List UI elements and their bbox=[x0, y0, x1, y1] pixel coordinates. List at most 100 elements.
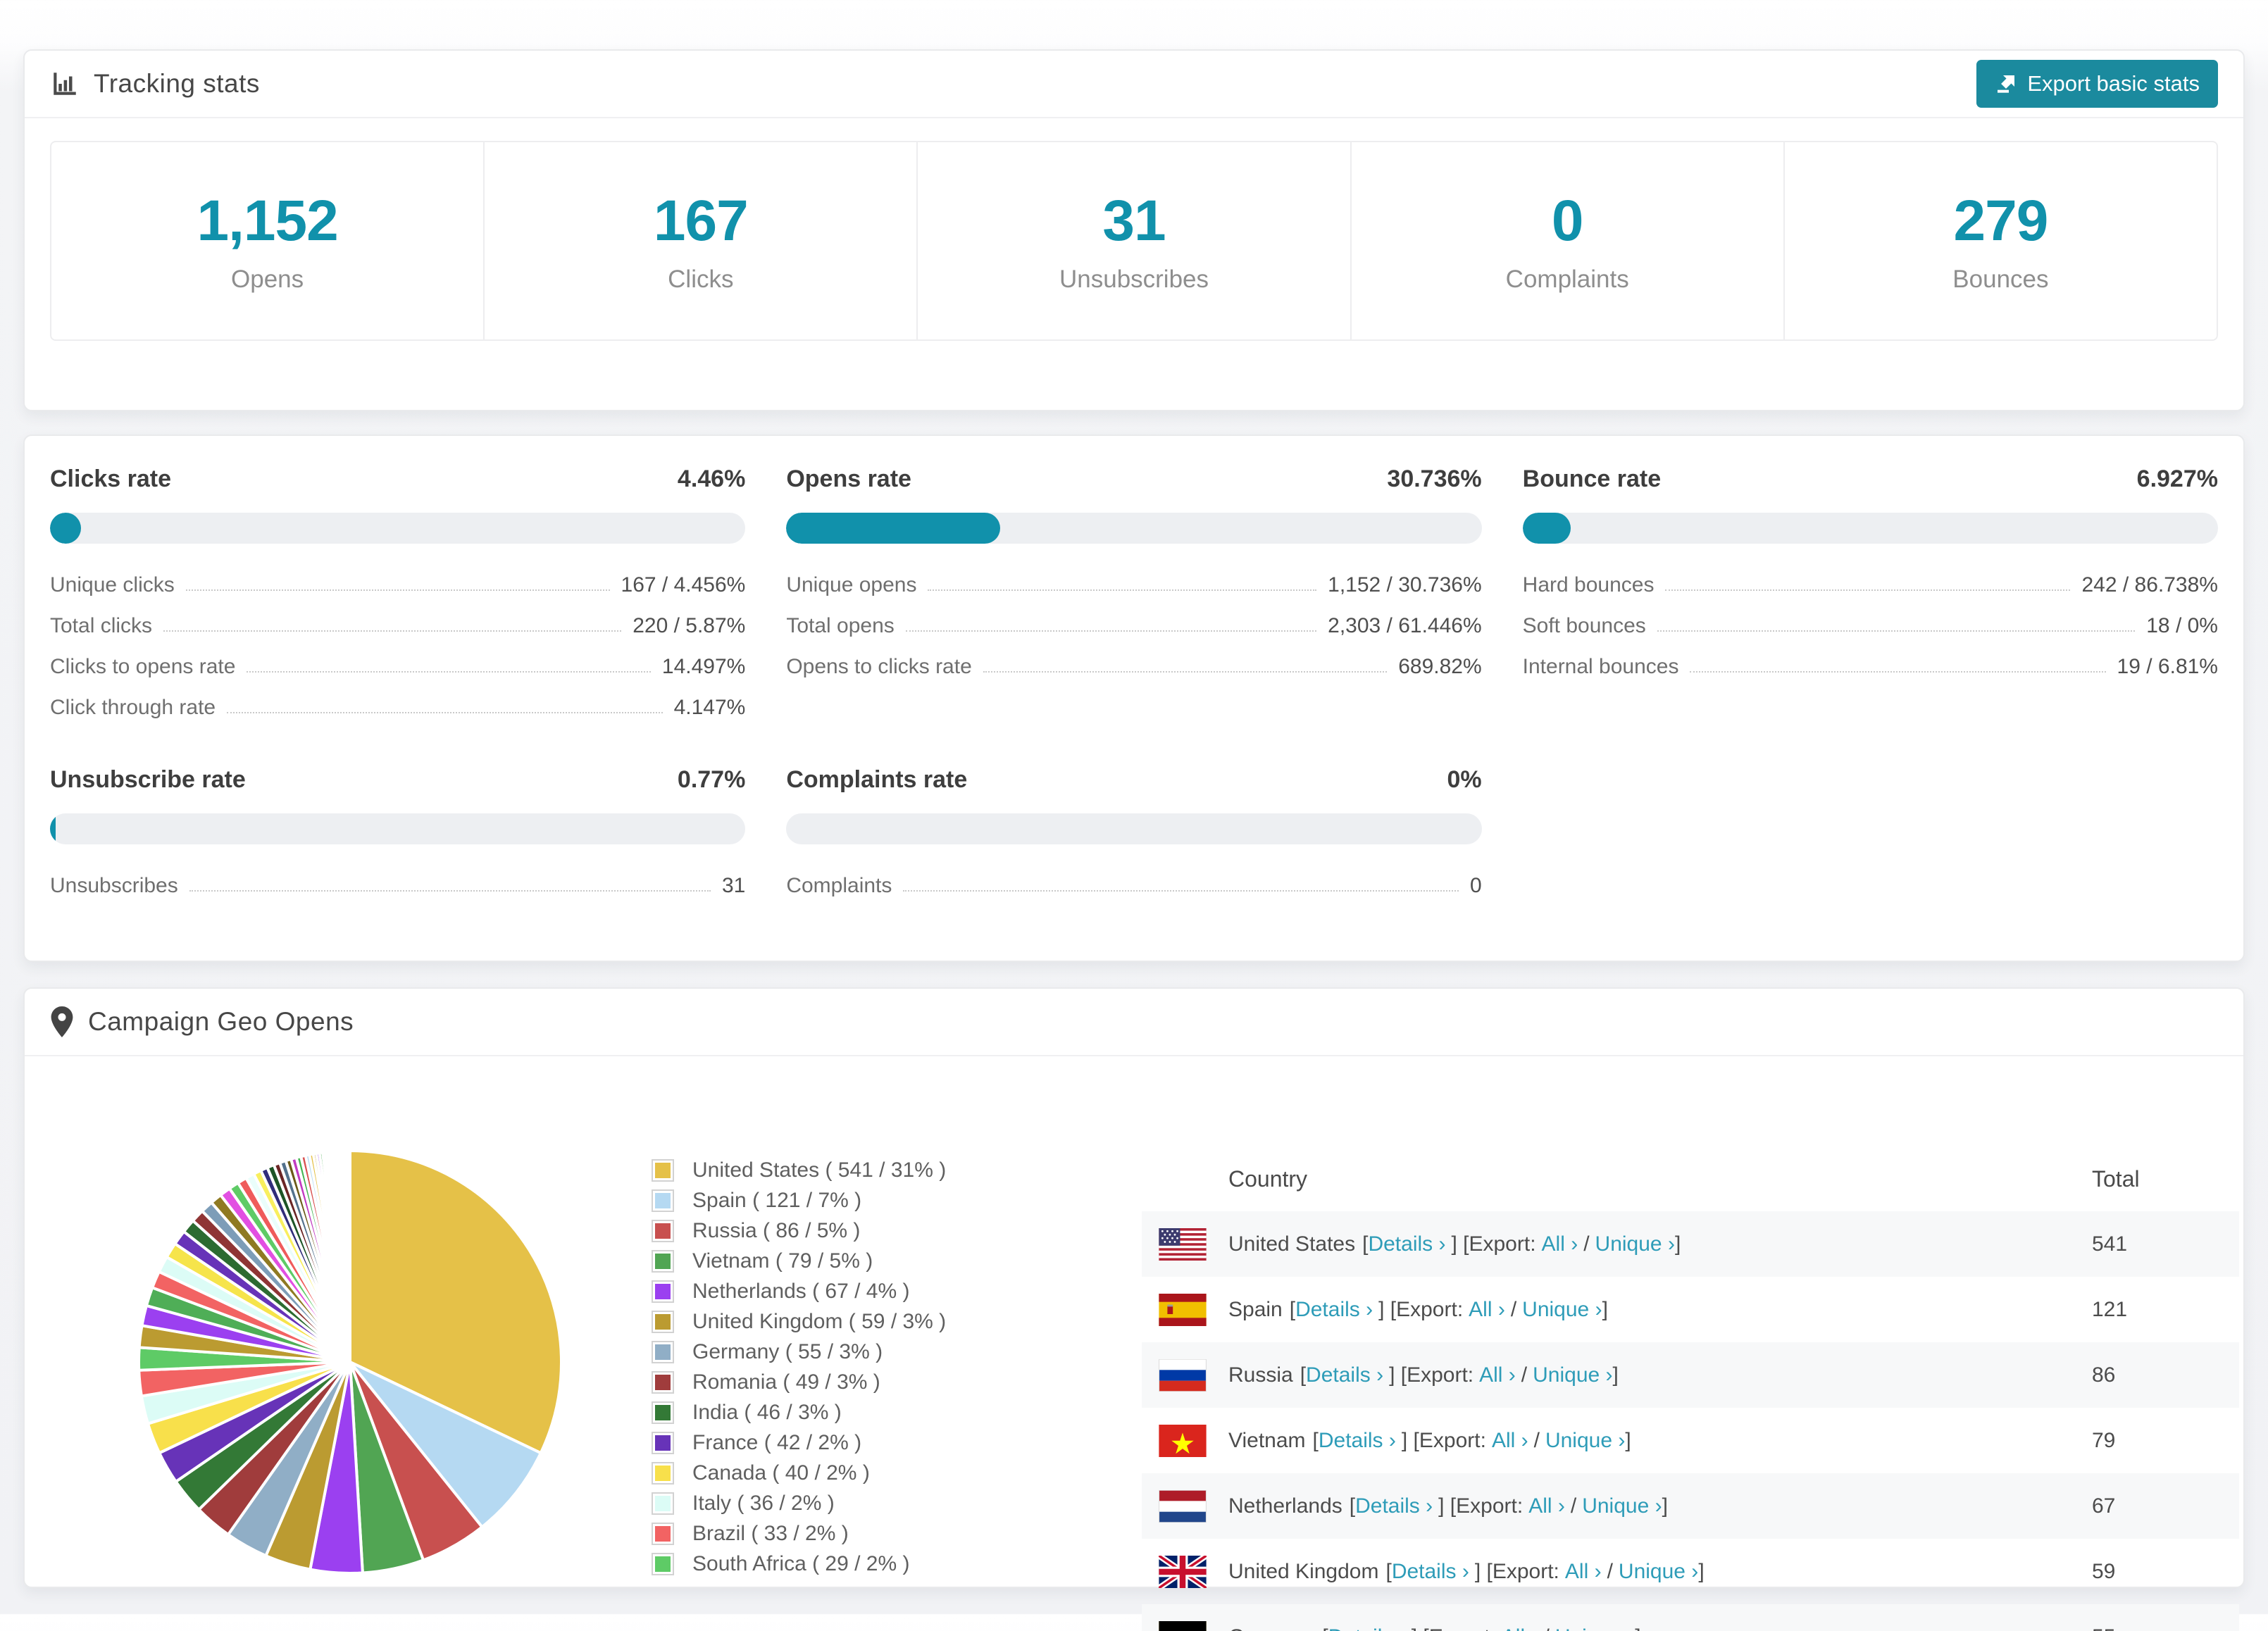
legend-item: Russia ( 86 / 5% ) bbox=[652, 1216, 946, 1246]
legend-item: Spain ( 121 / 7% ) bbox=[652, 1185, 946, 1216]
complaints-rate-progressbar bbox=[786, 813, 1481, 844]
summary-clicks: 167 Clicks bbox=[485, 142, 918, 339]
export-all-link[interactable]: All › bbox=[1479, 1363, 1516, 1387]
country-column-header: Country bbox=[1142, 1166, 2092, 1192]
clicks-rate-value: 4.46% bbox=[678, 465, 745, 493]
legend-swatch bbox=[652, 1280, 674, 1303]
export-unique-link[interactable]: Unique › bbox=[1555, 1625, 1635, 1631]
legend-swatch bbox=[652, 1159, 674, 1182]
export-unique-link[interactable]: Unique › bbox=[1533, 1363, 1612, 1387]
unsubscribe-rate-progressbar bbox=[50, 813, 745, 844]
bounces-count: 279 bbox=[1954, 188, 2048, 254]
stat-line: Hard bounces242 / 86.738% bbox=[1523, 556, 2218, 597]
export-all-link[interactable]: All › bbox=[1542, 1232, 1578, 1256]
country-name: Vietnam bbox=[1228, 1429, 1306, 1452]
es-flag-icon bbox=[1142, 1294, 1228, 1326]
details-link[interactable]: Details › bbox=[1306, 1363, 1383, 1387]
bounce-rate-progressbar bbox=[1523, 513, 2218, 544]
legend-item: Germany ( 55 / 3% ) bbox=[652, 1337, 946, 1367]
summary-opens: 1,152 Opens bbox=[51, 142, 485, 339]
export-unique-link[interactable]: Unique › bbox=[1582, 1494, 1662, 1518]
legend-swatch bbox=[652, 1462, 674, 1485]
complaints-label: Complaints bbox=[1506, 265, 1629, 294]
table-row: Spain[Details ›] [Export:All ›/Unique ›]… bbox=[1142, 1277, 2239, 1342]
table-row: Germany[Details ›] [Export:All ›/Unique … bbox=[1142, 1604, 2239, 1631]
stat-line: Internal bounces19 / 6.81% bbox=[1523, 638, 2218, 679]
legend-swatch bbox=[652, 1523, 674, 1545]
map-marker-icon bbox=[50, 1006, 74, 1037]
country-total: 79 bbox=[2092, 1429, 2239, 1453]
bounce-rate-block: Bounce rate 6.927% Hard bounces242 / 86.… bbox=[1523, 465, 2218, 720]
details-link[interactable]: Details › bbox=[1392, 1560, 1469, 1583]
export-unique-link[interactable]: Unique › bbox=[1619, 1560, 1698, 1583]
bounce-rate-value: 6.927% bbox=[2137, 465, 2218, 493]
us-flag-icon bbox=[1142, 1228, 1228, 1261]
opens-rate-block: Opens rate 30.736% Unique opens1,152 / 3… bbox=[786, 465, 1481, 720]
stat-line: Unique opens1,152 / 30.736% bbox=[786, 556, 1481, 597]
legend-swatch bbox=[652, 1401, 674, 1424]
table-row: Russia[Details ›] [Export:All ›/Unique ›… bbox=[1142, 1342, 2239, 1408]
geo-opens-pie-chart[interactable] bbox=[130, 1142, 570, 1582]
opens-count: 1,152 bbox=[197, 188, 338, 254]
country-total: 55 bbox=[2092, 1625, 2239, 1631]
complaints-rate-block: Complaints rate 0% Complaints0 bbox=[786, 766, 1481, 898]
export-all-link[interactable]: All › bbox=[1528, 1494, 1565, 1518]
export-basic-stats-button[interactable]: Export basic stats bbox=[1976, 60, 2218, 108]
country-name: Germany bbox=[1228, 1625, 1315, 1631]
table-row: Vietnam[Details ›] [Export:All ›/Unique … bbox=[1142, 1408, 2239, 1473]
export-all-link[interactable]: All › bbox=[1469, 1298, 1505, 1321]
geo-opens-card: Campaign Geo Opens United States ( 541 /… bbox=[23, 987, 2245, 1588]
stat-line: Unique clicks167 / 4.456% bbox=[50, 556, 745, 597]
export-unique-link[interactable]: Unique › bbox=[1522, 1298, 1602, 1321]
legend-item: Brazil ( 33 / 2% ) bbox=[652, 1518, 946, 1549]
nl-flag-icon bbox=[1142, 1490, 1228, 1523]
opens-label: Opens bbox=[231, 265, 304, 294]
unsubscribe-rate-value: 0.77% bbox=[678, 766, 745, 794]
export-all-link[interactable]: All › bbox=[1502, 1625, 1538, 1631]
table-row: United States[Details ›] [Export:All ›/U… bbox=[1142, 1211, 2239, 1277]
summary-unsubscribes: 31 Unsubscribes bbox=[918, 142, 1351, 339]
legend-item: Canada ( 40 / 2% ) bbox=[652, 1458, 946, 1488]
clicks-rate-title: Clicks rate bbox=[50, 465, 171, 493]
stat-line: Click through rate4.147% bbox=[50, 679, 745, 720]
export-all-link[interactable]: All › bbox=[1565, 1560, 1602, 1583]
stat-line: Unsubscribes31 bbox=[50, 857, 745, 898]
export-all-link[interactable]: All › bbox=[1492, 1429, 1528, 1452]
stat-line: Total clicks220 / 5.87% bbox=[50, 597, 745, 638]
total-column-header: Total bbox=[2092, 1166, 2239, 1192]
unsubscribes-count: 31 bbox=[1102, 188, 1165, 254]
legend-item: Romania ( 49 / 3% ) bbox=[652, 1367, 946, 1397]
details-link[interactable]: Details › bbox=[1319, 1429, 1396, 1452]
details-link[interactable]: Details › bbox=[1355, 1494, 1433, 1518]
legend-swatch bbox=[652, 1189, 674, 1212]
export-unique-link[interactable]: Unique › bbox=[1545, 1429, 1625, 1452]
country-name: Spain bbox=[1228, 1298, 1283, 1321]
country-total: 86 bbox=[2092, 1363, 2239, 1387]
rates-card: Clicks rate 4.46% Unique clicks167 / 4.4… bbox=[23, 435, 2245, 962]
complaints-count: 0 bbox=[1552, 188, 1583, 254]
export-icon bbox=[1995, 73, 2017, 95]
summary-bounces: 279 Bounces bbox=[1785, 142, 2217, 339]
table-row: United Kingdom[Details ›] [Export:All ›/… bbox=[1142, 1539, 2239, 1604]
legend-item: United States ( 541 / 31% ) bbox=[652, 1155, 946, 1185]
clicks-label: Clicks bbox=[668, 265, 733, 294]
stat-line: Complaints0 bbox=[786, 857, 1481, 898]
tracking-stats-page: { "tracking": { "title": "Tracking stats… bbox=[0, 0, 2268, 1614]
country-total: 59 bbox=[2092, 1560, 2239, 1584]
vn-flag-icon bbox=[1142, 1425, 1228, 1457]
geo-opens-table[interactable]: Country Total United States[Details ›] [… bbox=[1142, 1146, 2239, 1631]
details-link[interactable]: Details › bbox=[1328, 1625, 1406, 1631]
clicks-rate-block: Clicks rate 4.46% Unique clicks167 / 4.4… bbox=[50, 465, 745, 720]
opens-rate-title: Opens rate bbox=[786, 465, 911, 493]
details-link[interactable]: Details › bbox=[1295, 1298, 1373, 1321]
unsubscribe-rate-block: Unsubscribe rate 0.77% Unsubscribes31 bbox=[50, 766, 745, 898]
unsubscribes-label: Unsubscribes bbox=[1059, 265, 1209, 294]
country-total: 541 bbox=[2092, 1232, 2239, 1256]
country-name: Netherlands bbox=[1228, 1494, 1342, 1518]
details-link[interactable]: Details › bbox=[1368, 1232, 1445, 1256]
country-name: United States bbox=[1228, 1232, 1355, 1256]
export-unique-link[interactable]: Unique › bbox=[1595, 1232, 1675, 1256]
summary-strip: 1,152 Opens 167 Clicks 31 Unsubscribes 0… bbox=[50, 141, 2218, 341]
stat-line: Soft bounces18 / 0% bbox=[1523, 597, 2218, 638]
de-flag-icon bbox=[1142, 1621, 1228, 1631]
